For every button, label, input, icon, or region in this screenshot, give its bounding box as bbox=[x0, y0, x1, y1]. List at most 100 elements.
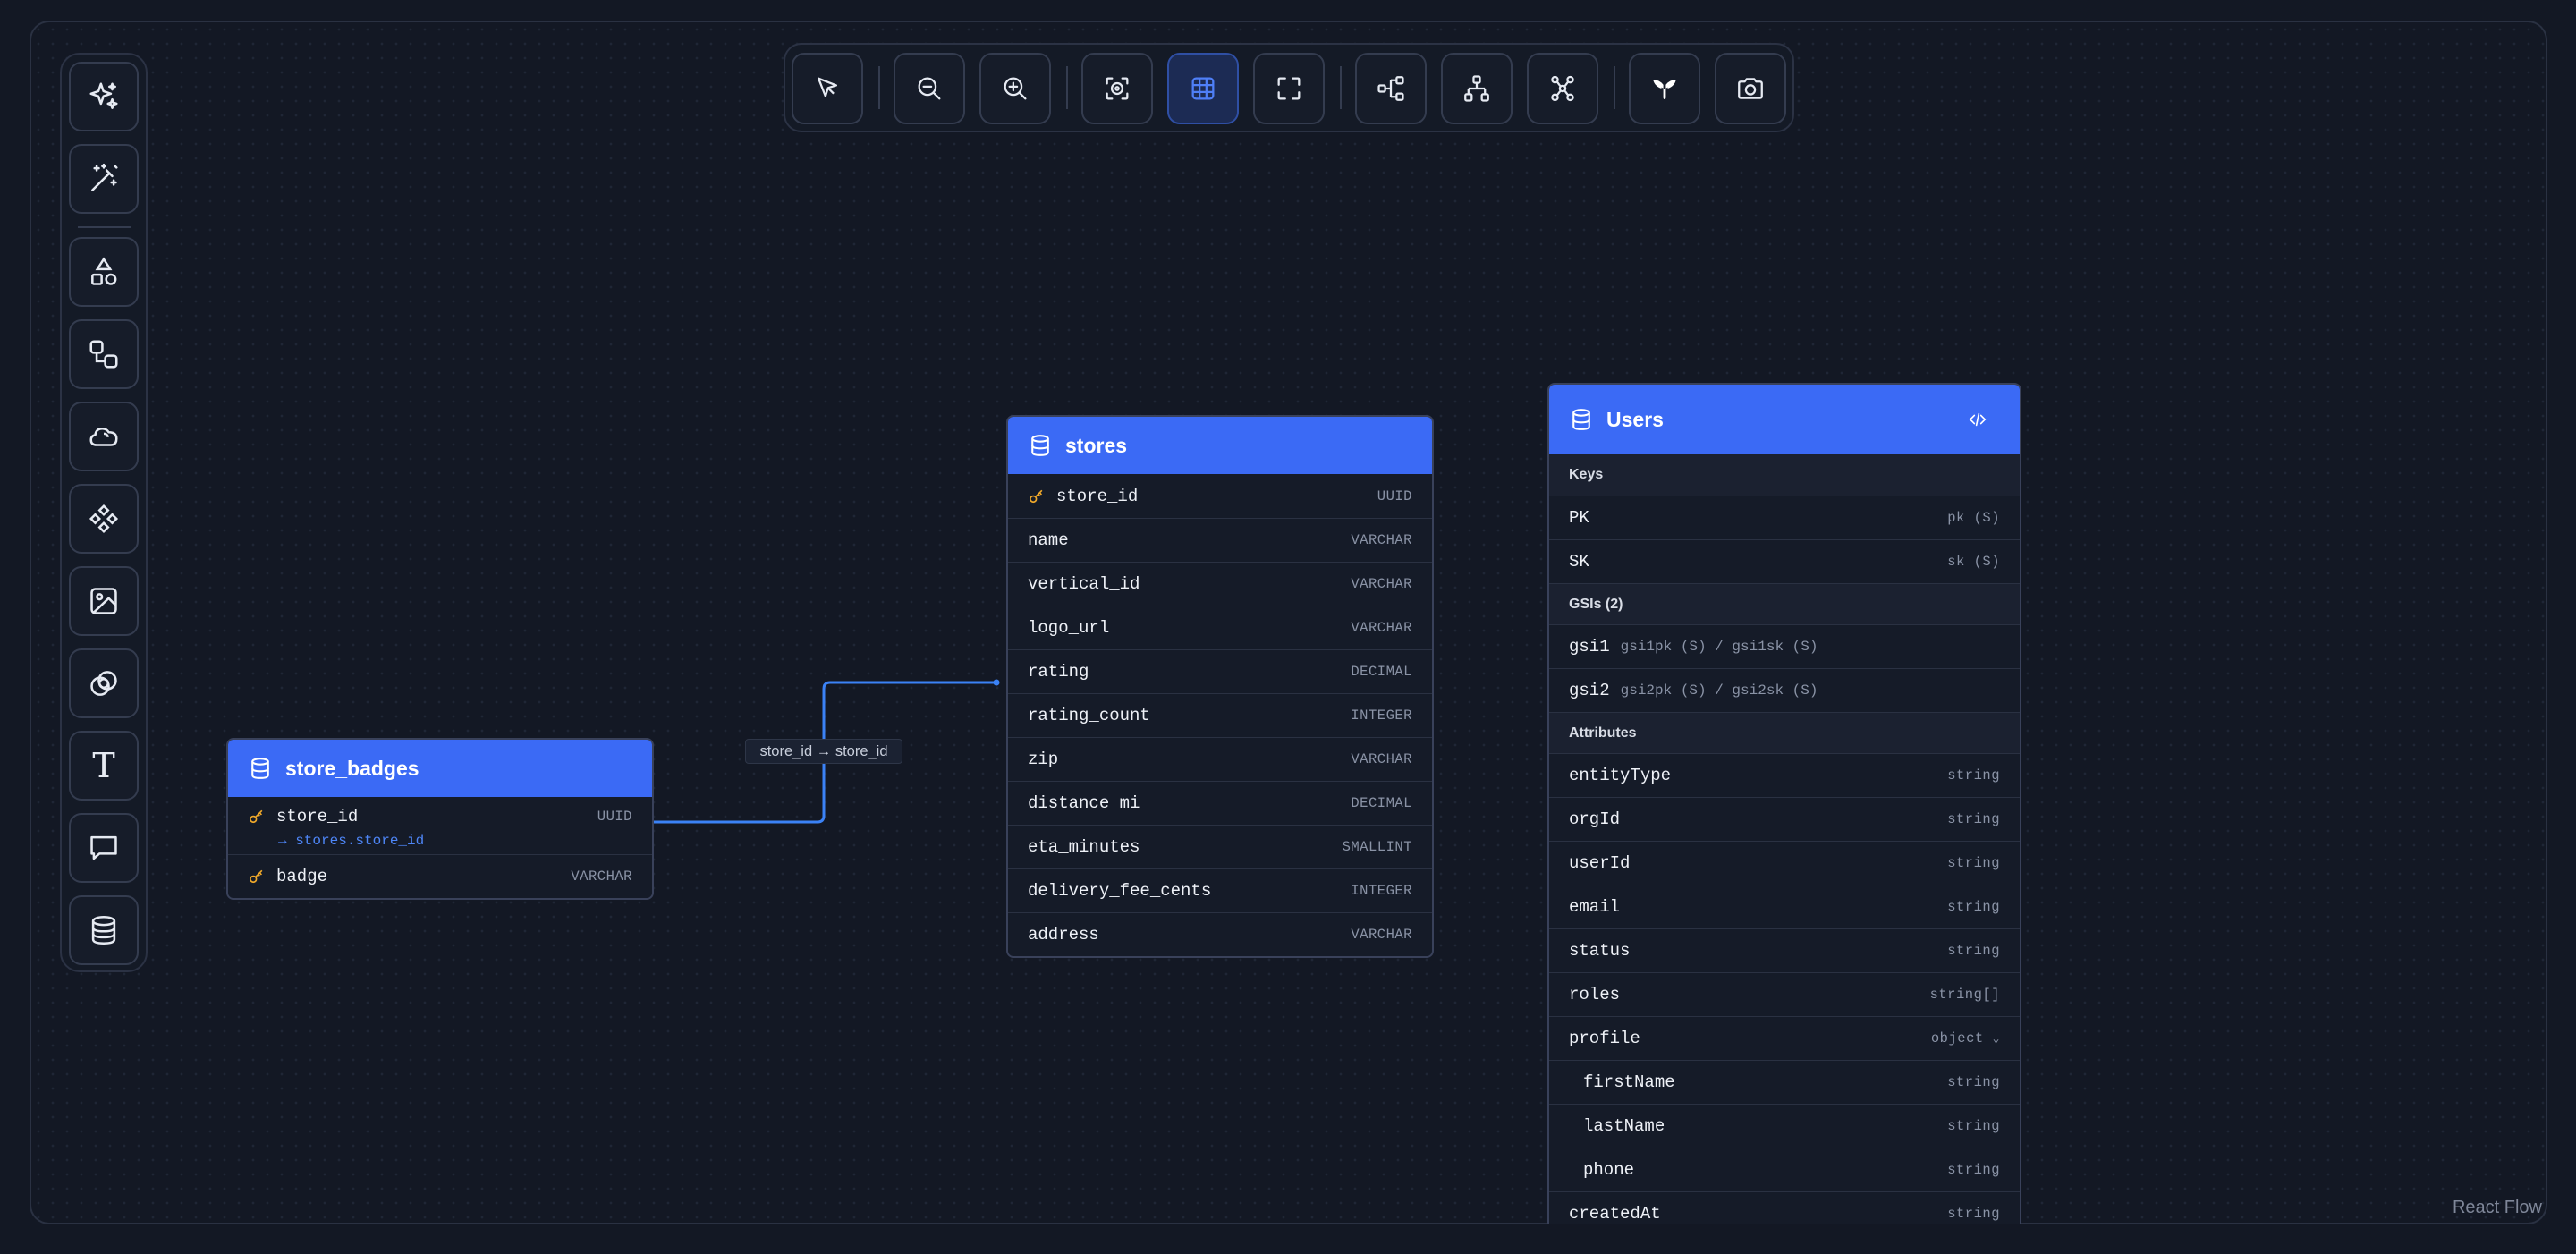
column-row[interactable]: delivery_fee_cents INTEGER bbox=[1008, 868, 1432, 912]
database-icon bbox=[91, 916, 116, 945]
column-row[interactable]: rating DECIMAL bbox=[1008, 649, 1432, 693]
column-name: rating bbox=[1028, 662, 1089, 682]
toolbar-divider bbox=[878, 66, 880, 109]
flow-blocks-icon bbox=[89, 340, 118, 369]
attribute-row[interactable]: status string bbox=[1549, 928, 2020, 972]
gsi-row[interactable]: gsi1 gsi1pk (S) / gsi1sk (S) bbox=[1549, 624, 2020, 668]
column-row-store-id[interactable]: store_id UUID bbox=[228, 797, 652, 836]
brand-button[interactable] bbox=[1629, 53, 1700, 124]
table-header[interactable]: Users bbox=[1549, 385, 2020, 454]
attribute-type: string[] bbox=[1929, 987, 2000, 1003]
attribute-row[interactable]: orgId string bbox=[1549, 797, 2020, 841]
screenshot-button[interactable] bbox=[1715, 53, 1786, 124]
cloud-button[interactable] bbox=[69, 402, 139, 471]
table-body: store_id UUID → stores.store_id badge VA… bbox=[228, 797, 652, 898]
column-row[interactable]: eta_minutes SMALLINT bbox=[1008, 825, 1432, 868]
fit-view-button[interactable] bbox=[1253, 53, 1325, 124]
logo-icon bbox=[1653, 80, 1676, 100]
column-type: DECIMAL bbox=[1351, 664, 1412, 680]
column-type: VARCHAR bbox=[1351, 532, 1412, 548]
column-row[interactable]: logo_url VARCHAR bbox=[1008, 606, 1432, 649]
sparkles-icon bbox=[89, 82, 118, 109]
attribute-row[interactable]: userId string bbox=[1549, 841, 2020, 885]
column-row[interactable]: name VARCHAR bbox=[1008, 518, 1432, 562]
database-icon bbox=[1572, 409, 1590, 430]
column-row[interactable]: address VARCHAR bbox=[1008, 912, 1432, 956]
view-code-button[interactable] bbox=[1962, 404, 1993, 435]
toolbar-divider bbox=[1614, 66, 1615, 109]
table-node-store-badges[interactable]: store_badges store_id UUID → stores.stor… bbox=[226, 738, 654, 900]
column-row[interactable]: rating_count INTEGER bbox=[1008, 693, 1432, 737]
magic-wand-icon bbox=[91, 163, 118, 191]
layout-horizontal-button[interactable] bbox=[1355, 53, 1427, 124]
column-name: vertical_id bbox=[1028, 574, 1140, 594]
comment-button[interactable] bbox=[69, 813, 139, 883]
chevron-down-icon[interactable]: ⌄ bbox=[1993, 1032, 2000, 1046]
column-row-store-id[interactable]: store_id UUID bbox=[1008, 474, 1432, 518]
flow-blocks-button[interactable] bbox=[69, 319, 139, 389]
table-header[interactable]: store_badges bbox=[228, 740, 652, 797]
attribute-row[interactable]: entityType string bbox=[1549, 753, 2020, 797]
edge-target-handle[interactable] bbox=[993, 679, 1000, 686]
column-name: zip bbox=[1028, 750, 1059, 769]
top-toolbar bbox=[784, 43, 1794, 132]
grid-toggle-button[interactable] bbox=[1167, 53, 1239, 124]
key-icon bbox=[1030, 489, 1043, 503]
components-button[interactable] bbox=[69, 484, 139, 554]
focus-button[interactable] bbox=[1081, 53, 1153, 124]
image-button[interactable] bbox=[69, 566, 139, 636]
column-name: eta_minutes bbox=[1028, 837, 1140, 857]
column-type: INTEGER bbox=[1351, 883, 1412, 899]
section-header-attributes: Attributes bbox=[1549, 712, 2020, 753]
foreign-key-reference[interactable]: → stores.store_id bbox=[228, 833, 652, 854]
select-tool-button[interactable] bbox=[792, 53, 863, 124]
attribute-type: string bbox=[1947, 899, 2000, 915]
shapes-button[interactable] bbox=[69, 237, 139, 307]
key-row[interactable]: PK pk (S) bbox=[1549, 496, 2020, 539]
pointer-icon bbox=[817, 77, 838, 97]
table-node-users[interactable]: Users Keys PK pk (S) SK sk (S) GSIs (2) gs… bbox=[1547, 383, 2021, 1224]
attribute-type: string bbox=[1947, 943, 2000, 959]
ai-generate-button[interactable] bbox=[69, 62, 139, 131]
attribute-name: status bbox=[1569, 941, 1631, 961]
gsi-detail: gsi1pk (S) / gsi1sk (S) bbox=[1620, 639, 1818, 655]
database-button[interactable] bbox=[69, 895, 139, 965]
column-row[interactable]: zip VARCHAR bbox=[1008, 737, 1432, 781]
column-row[interactable]: store_id UUID → stores.store_id bbox=[228, 797, 652, 854]
magic-wand-button[interactable] bbox=[69, 144, 139, 214]
table-node-stores[interactable]: stores store_id UUID name VARCHAR vertica… bbox=[1006, 415, 1434, 958]
attribute-type: string bbox=[1947, 1162, 2000, 1178]
layout-horizontal-icon bbox=[1377, 76, 1404, 101]
layout-graph-button[interactable] bbox=[1527, 53, 1598, 124]
zoom-out-button[interactable] bbox=[894, 53, 965, 124]
attribute-row[interactable]: roles string[] bbox=[1549, 972, 2020, 1016]
shapes-icon bbox=[91, 257, 117, 285]
table-header[interactable]: stores bbox=[1008, 417, 1432, 474]
key-row[interactable]: SK sk (S) bbox=[1549, 539, 2020, 583]
attribute-row-expandable[interactable]: profile object ⌄ bbox=[1549, 1016, 2020, 1060]
column-name: distance_mi bbox=[1028, 793, 1140, 813]
attribute-row[interactable]: email string bbox=[1549, 885, 2020, 928]
react-flow-attribution[interactable]: React Flow bbox=[2453, 1198, 2542, 1218]
nested-attribute-row[interactable]: phone string bbox=[1549, 1148, 2020, 1191]
key-name: SK bbox=[1569, 552, 1589, 572]
attribute-row[interactable]: createdAt string bbox=[1549, 1191, 2020, 1224]
text-button[interactable]: T bbox=[69, 731, 139, 801]
key-type: pk (S) bbox=[1947, 510, 2000, 526]
camera-icon bbox=[1738, 78, 1763, 99]
layout-tree-button[interactable] bbox=[1441, 53, 1513, 124]
column-row[interactable]: distance_mi DECIMAL bbox=[1008, 781, 1432, 825]
column-name: store_id bbox=[1056, 486, 1139, 506]
column-row-badge[interactable]: badge VARCHAR bbox=[228, 854, 652, 898]
column-type: VARCHAR bbox=[1351, 927, 1412, 943]
zoom-in-button[interactable] bbox=[979, 53, 1051, 124]
gsi-row[interactable]: gsi2 gsi2pk (S) / gsi2sk (S) bbox=[1549, 668, 2020, 712]
column-row[interactable]: vertical_id VARCHAR bbox=[1008, 562, 1432, 606]
nested-attribute-row[interactable]: firstName string bbox=[1549, 1060, 2020, 1104]
focus-icon bbox=[1106, 77, 1129, 100]
rings-icon bbox=[90, 671, 117, 696]
table-body: Keys PK pk (S) SK sk (S) GSIs (2) gsi1 gsi1… bbox=[1549, 454, 2020, 1224]
column-type: VARCHAR bbox=[1351, 576, 1412, 592]
rings-button[interactable] bbox=[69, 648, 139, 718]
nested-attribute-row[interactable]: lastName string bbox=[1549, 1104, 2020, 1148]
